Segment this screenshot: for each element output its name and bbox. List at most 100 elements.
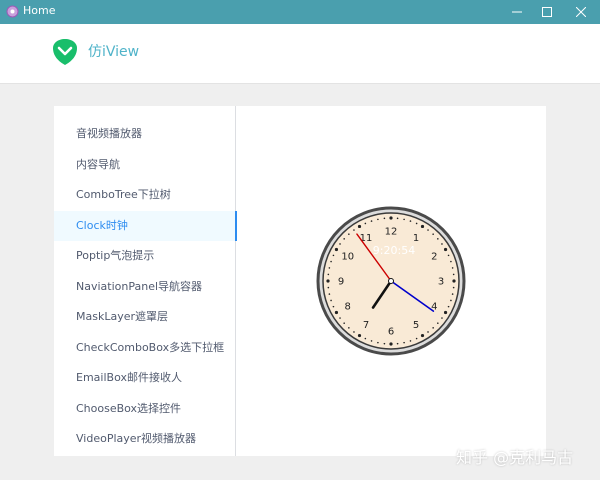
minute-tick (328, 267, 331, 269)
minute-tick (348, 327, 350, 329)
minute-tick (451, 267, 454, 269)
hour-tick (389, 342, 393, 346)
clock-numeral: 2 (431, 252, 437, 263)
minute-tick (330, 299, 332, 302)
minute-tick (327, 286, 330, 289)
minute-tick (339, 243, 341, 245)
clock-center-pin (388, 278, 394, 284)
clock-numeral: 9 (338, 277, 344, 288)
minute-tick (327, 273, 330, 276)
minute-tick (441, 317, 443, 319)
minute-tick (348, 233, 350, 235)
maximize-button[interactable] (532, 0, 562, 24)
minute-tick (403, 218, 405, 221)
minute-tick (364, 222, 367, 225)
sidebar-item[interactable]: NaviationPanel导航容器 (54, 272, 236, 302)
minute-tick (353, 331, 355, 333)
minute-tick (452, 286, 455, 289)
minute-tick (452, 273, 455, 276)
content-area: 12 1 2 3 4 5 6 7 8 9 10 11 9:20:54 (236, 106, 546, 456)
clock-numeral: 8 (345, 302, 351, 313)
sidebar-item[interactable]: MaskLayer遮罩层 (54, 302, 236, 332)
minute-tick (332, 305, 335, 308)
sidebar-item[interactable]: 内容导航 (54, 150, 236, 180)
sidebar-item[interactable]: Clock时钟 (54, 210, 237, 241)
app-icon (6, 5, 19, 18)
close-icon (576, 7, 586, 17)
minute-tick (415, 222, 418, 225)
clock-numeral: 6 (388, 327, 394, 338)
hour-tick (420, 333, 425, 338)
clock-numeral: 1 (413, 233, 419, 244)
minute-tick (437, 322, 439, 324)
hour-tick (443, 310, 448, 315)
hour-tick (334, 310, 339, 315)
clock-numeral: 5 (413, 320, 419, 331)
minute-tick (370, 340, 373, 342)
hour-tick (420, 224, 425, 229)
minute-tick (383, 217, 386, 220)
app-header: 仿iView (0, 24, 600, 84)
hour-tick (389, 216, 393, 220)
hour-tick (326, 279, 330, 283)
sidebar-item[interactable]: VideoPlayer视频播放器 (54, 424, 236, 454)
minute-tick (396, 342, 399, 345)
minute-tick (370, 220, 373, 222)
window-title: Home (23, 4, 56, 17)
minute-tick (427, 331, 429, 333)
minute-tick (403, 341, 405, 344)
hour-tick (334, 247, 339, 252)
minute-tick (343, 322, 345, 324)
main-panel: 音视频播放器 内容导航 ComboTree下拉树 Clock时钟 Poptip气泡提示 N… (54, 106, 546, 456)
minute-tick (339, 317, 341, 319)
minute-tick (447, 254, 450, 257)
clock-numeral: 10 (341, 252, 354, 263)
minute-tick (450, 299, 452, 302)
clock-numeral: 12 (385, 227, 398, 238)
sidebar-item[interactable]: EmailBox邮件接收人 (54, 363, 236, 393)
watermark: 知乎 @克利马古 (456, 448, 574, 467)
brand-title: 仿iView (88, 44, 140, 60)
minute-tick (427, 229, 429, 231)
hour-tick (357, 333, 362, 338)
minute-tick (377, 218, 379, 221)
minute-tick (447, 305, 450, 308)
sidebar-item[interactable]: CheckComboBox多选下拉框 (54, 333, 236, 363)
maximize-icon (542, 7, 552, 17)
clock-numeral: 11 (360, 233, 373, 244)
minute-tick (330, 260, 332, 263)
clock-numeral: 3 (438, 277, 444, 288)
analog-clock: 1212345678910119:20:54 (316, 206, 466, 356)
close-button[interactable] (566, 0, 596, 24)
minute-tick (437, 238, 439, 240)
minute-tick (450, 260, 452, 263)
minute-tick (441, 243, 443, 245)
minute-tick (383, 342, 386, 345)
hour-tick (357, 224, 362, 229)
minute-tick (451, 293, 454, 295)
minute-tick (415, 337, 418, 340)
minute-tick (328, 293, 331, 295)
minute-tick (432, 233, 434, 235)
minute-tick (409, 340, 412, 342)
minute-tick (343, 238, 345, 240)
minute-tick (377, 341, 379, 344)
minute-tick (396, 217, 399, 220)
leaf-shield-icon (53, 39, 77, 65)
title-bar: Home (0, 0, 600, 24)
digital-time: 9:20:54 (373, 244, 415, 257)
sidebar-item[interactable]: 音视频播放器 (54, 119, 236, 149)
sidebar-item[interactable]: Poptip气泡提示 (54, 241, 236, 271)
minute-tick (409, 220, 412, 222)
clock-numeral: 7 (363, 320, 369, 331)
hour-tick (452, 279, 456, 283)
hour-tick (443, 247, 448, 252)
minimize-button[interactable] (502, 0, 532, 24)
minimize-icon (512, 11, 522, 13)
minute-tick (332, 254, 335, 257)
sidebar-menu: 音视频播放器 内容导航 ComboTree下拉树 Clock时钟 Poptip气泡提示 N… (54, 106, 237, 456)
minute-tick (353, 229, 355, 231)
minute-tick (364, 337, 367, 340)
sidebar-item[interactable]: ChooseBox选择控件 (54, 394, 236, 424)
sidebar-item[interactable]: ComboTree下拉树 (54, 180, 236, 210)
